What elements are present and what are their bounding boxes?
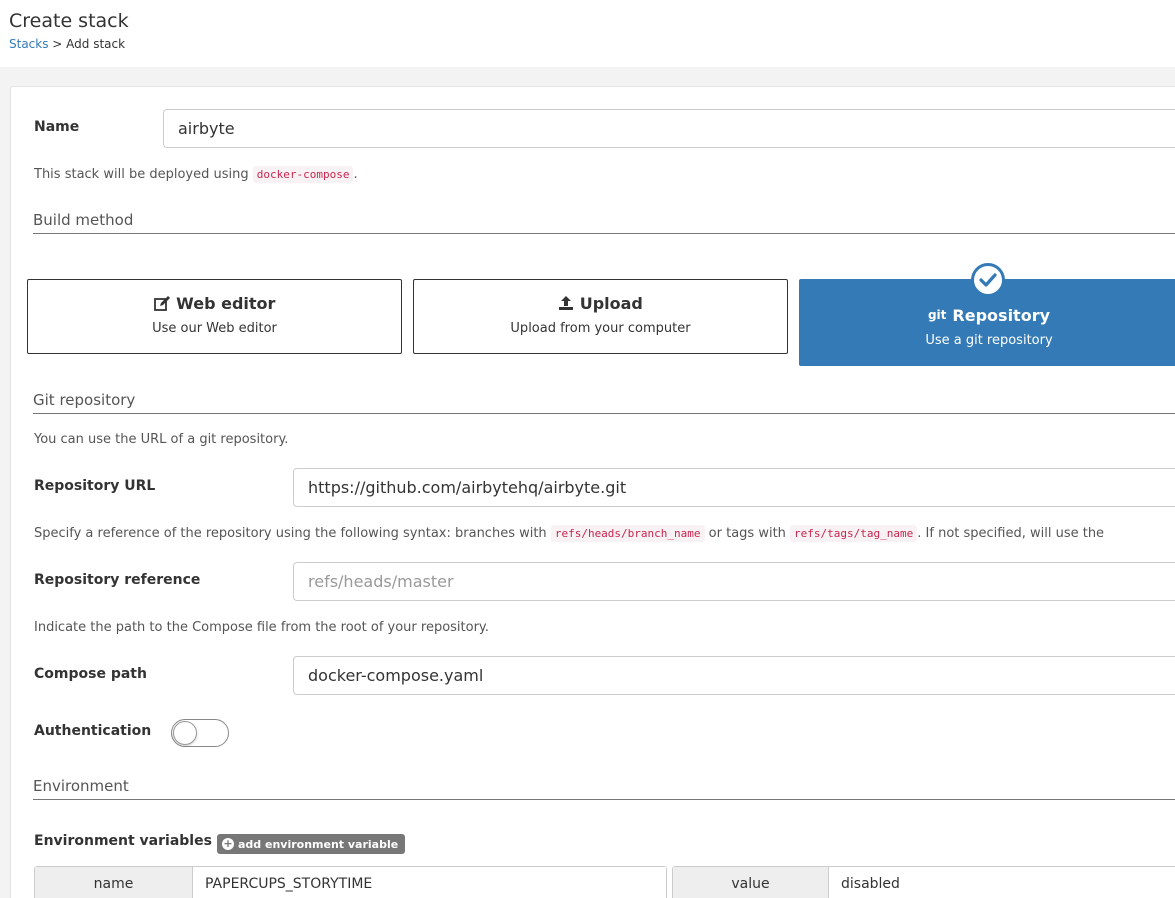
deploy-note-text: This stack will be deployed using [34, 167, 249, 182]
breadcrumb-current: Add stack [66, 37, 126, 51]
compose-path-input[interactable] [293, 656, 1175, 695]
page-header: Create stack Stacks > Add stack [0, 0, 1175, 67]
deploy-note-suffix: . [353, 167, 358, 182]
name-input[interactable] [163, 109, 1175, 148]
ref-help-text-1: Specify a reference of the repository us… [34, 526, 547, 541]
upload-icon [558, 294, 580, 313]
repository-desc: Use a git repository [925, 333, 1053, 348]
ref-help-code-2: refs/tags/tag_name [790, 525, 918, 542]
env-name-addon: name [35, 867, 193, 898]
edit-icon [153, 294, 177, 313]
git-repository-title: Git repository [33, 391, 1175, 414]
build-option-web-editor[interactable]: Web editor Use our Web editor [27, 279, 402, 354]
add-environment-variable-label: add environment variable [238, 837, 399, 851]
authentication-toggle[interactable] [171, 719, 229, 747]
upload-desc: Upload from your computer [510, 321, 691, 336]
compose-path-label: Compose path [34, 666, 147, 682]
add-environment-variable-button[interactable]: + add environment variable [217, 834, 406, 854]
breadcrumb-separator: > [48, 37, 67, 51]
env-name-group: name [34, 866, 667, 898]
plus-circle-icon: + [222, 837, 234, 850]
build-option-repository[interactable]: git Repository Use a git repository [799, 263, 1175, 366]
git-icon: git [927, 308, 947, 322]
name-label: Name [34, 119, 80, 135]
ref-help-text-3: . If not specified, will use the [917, 526, 1105, 541]
breadcrumb: Stacks > Add stack [9, 37, 125, 51]
repository-url-label: Repository URL [34, 478, 156, 494]
build-option-upload[interactable]: Upload Upload from your computer [413, 279, 788, 354]
compose-help: Indicate the path to the Compose file fr… [34, 620, 489, 635]
git-help: You can use the URL of a git repository. [34, 432, 289, 447]
web-editor-desc: Use our Web editor [152, 321, 277, 336]
ref-help-text-2: or tags with [708, 526, 786, 541]
env-name-input[interactable] [193, 867, 666, 898]
env-value-addon: value [673, 867, 829, 898]
toggle-knob [173, 721, 197, 745]
repository-reference-label: Repository reference [34, 572, 201, 588]
create-stack-panel: Name This stack will be deployed using d… [10, 86, 1175, 898]
deploy-note: This stack will be deployed using docker… [34, 166, 358, 183]
environment-title: Environment [33, 777, 1175, 800]
web-editor-title: Web editor [176, 294, 276, 313]
repository-url-input[interactable] [293, 468, 1175, 507]
repository-title: Repository [952, 306, 1051, 325]
page-title: Create stack [9, 10, 129, 32]
ref-help-code-1: refs/heads/branch_name [550, 525, 705, 542]
authentication-label: Authentication [34, 723, 152, 739]
repository-reference-input[interactable] [293, 562, 1175, 601]
upload-title: Upload [579, 294, 643, 313]
environment-variables-label: Environment variables [34, 833, 212, 849]
env-value-group: value [672, 866, 1175, 898]
breadcrumb-stacks-link[interactable]: Stacks [9, 37, 48, 51]
ref-help: Specify a reference of the repository us… [34, 525, 1105, 542]
env-value-input[interactable] [829, 867, 1175, 898]
check-icon [971, 263, 1005, 297]
build-method-title: Build method [33, 211, 1175, 234]
deploy-note-code: docker-compose [252, 166, 354, 183]
